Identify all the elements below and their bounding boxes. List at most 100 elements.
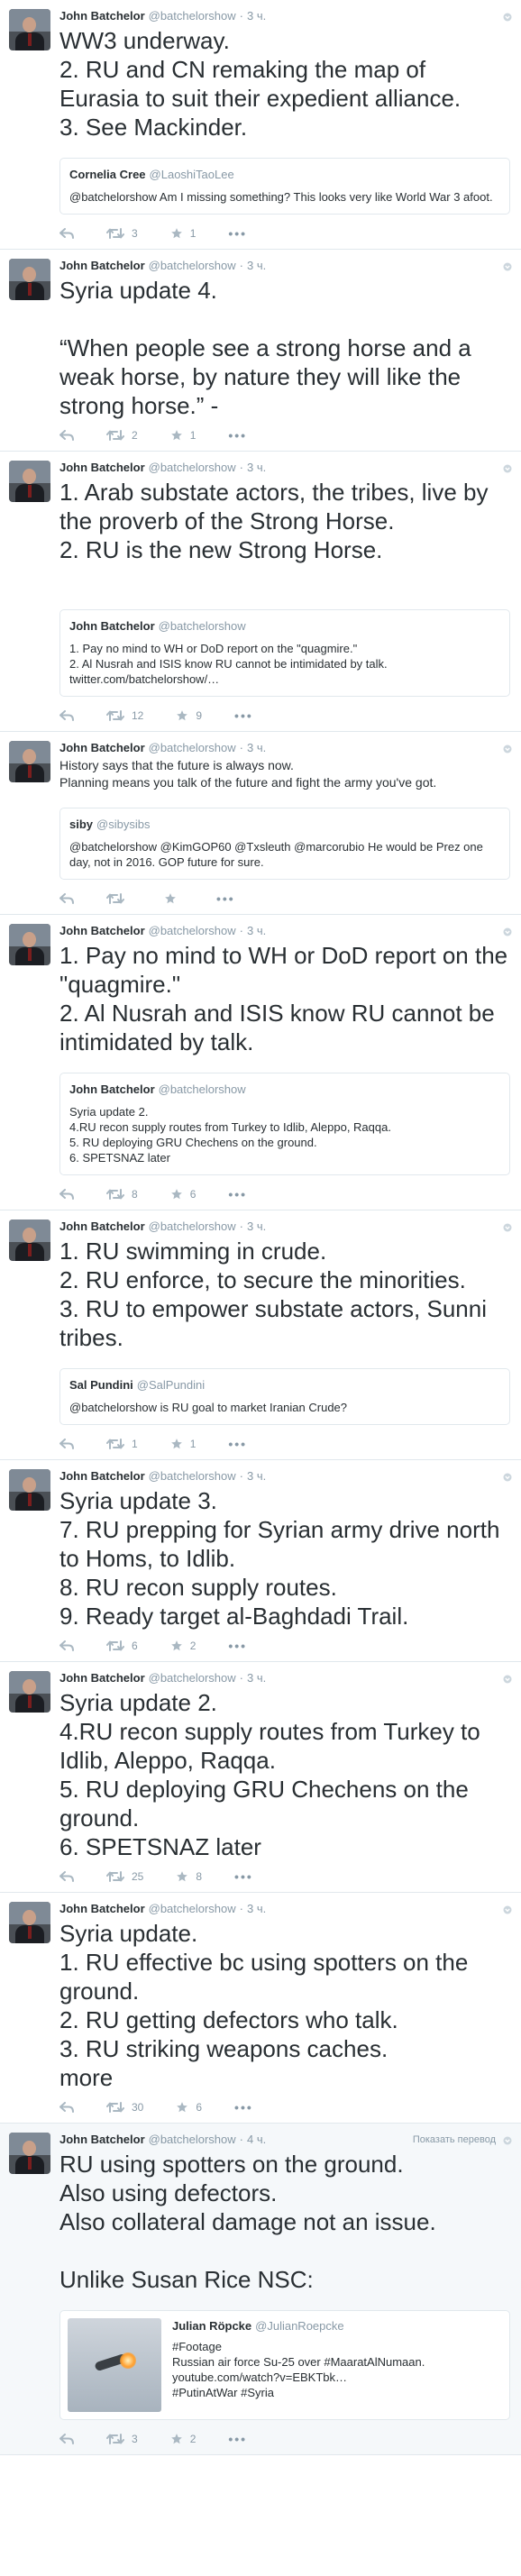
retweet-button[interactable]: 8 (106, 1188, 138, 1201)
avatar[interactable] (9, 924, 50, 965)
tweet[interactable]: John Batchelor @batchelorshow · 3 ч. Syria u… (0, 250, 521, 452)
tweet[interactable]: John Batchelor @batchelorshow · 3 ч. Syria u… (0, 1460, 521, 1662)
author-handle[interactable]: @batchelorshow (149, 741, 236, 755)
retweet-button[interactable]: 25 (106, 1870, 143, 1883)
reply-button[interactable] (59, 2102, 74, 2113)
tweet[interactable]: John Batchelor @batchelorshow · 3 ч. WW3 und… (0, 0, 521, 250)
tweet[interactable]: John Batchelor @batchelorshow · 3 ч. 1. RU s… (0, 1210, 521, 1460)
favorite-button[interactable]: 6 (176, 2101, 202, 2114)
author-name[interactable]: John Batchelor (59, 1902, 145, 1916)
more-icon[interactable]: ••• (234, 1869, 253, 1884)
quoted-tweet[interactable]: siby @sibysibs @batchelorshow @KimGOP60 @T… (59, 808, 510, 880)
favorite-button[interactable]: 1 (170, 227, 196, 240)
quoted-tweet-media[interactable]: Julian Röpcke @JulianRoepcke #Footage Russ… (59, 2310, 510, 2420)
avatar[interactable] (9, 1671, 50, 1713)
quoted-tweet[interactable]: Cornelia Cree @LaoshiTaoLee @batchelorshow… (59, 158, 510, 215)
more-icon[interactable]: ••• (234, 2100, 253, 2115)
reply-button[interactable] (59, 1189, 74, 1200)
reply-button[interactable] (59, 228, 74, 239)
author-handle[interactable]: @batchelorshow (149, 1902, 236, 1916)
quoted-tweet[interactable]: John Batchelor @batchelorshow 1. Pay no mi… (59, 609, 510, 697)
retweet-button[interactable]: 30 (106, 2101, 143, 2114)
tweet[interactable]: John Batchelor @batchelorshow · 3 ч. Syria u… (0, 1893, 521, 2124)
author-handle[interactable]: @batchelorshow (149, 2133, 236, 2147)
author-name[interactable]: John Batchelor (59, 924, 145, 938)
chevron-down-icon[interactable] (503, 461, 512, 473)
retweet-button[interactable]: 1 (106, 1438, 138, 1450)
more-icon[interactable]: ••• (228, 1187, 247, 1201)
timestamp[interactable]: 3 ч. (247, 461, 266, 475)
tweet[interactable]: John Batchelor @batchelorshow · 3 ч. 1. Pay … (0, 915, 521, 1210)
retweet-button[interactable]: 3 (106, 227, 138, 240)
favorite-button[interactable] (164, 892, 184, 905)
timestamp[interactable]: 3 ч. (247, 259, 266, 273)
more-icon[interactable]: ••• (228, 2432, 247, 2446)
author-name[interactable]: John Batchelor (59, 1671, 145, 1685)
author-handle[interactable]: @batchelorshow (149, 924, 236, 938)
reply-button[interactable] (59, 1439, 74, 1449)
author-name[interactable]: John Batchelor (59, 741, 145, 755)
favorite-button[interactable]: 1 (170, 1438, 196, 1450)
chevron-down-icon[interactable] (503, 742, 512, 754)
timestamp[interactable]: 3 ч. (247, 924, 266, 938)
author-name[interactable]: John Batchelor (59, 1219, 145, 1234)
more-icon[interactable]: ••• (228, 428, 247, 443)
avatar[interactable] (9, 1469, 50, 1511)
favorite-button[interactable]: 8 (176, 1870, 202, 1883)
author-name[interactable]: John Batchelor (59, 9, 145, 23)
chevron-down-icon[interactable] (503, 2133, 512, 2145)
author-name[interactable]: John Batchelor (59, 2133, 145, 2147)
author-handle[interactable]: @batchelorshow (149, 259, 236, 273)
author-handle[interactable]: @batchelorshow (149, 461, 236, 475)
avatar[interactable] (9, 1219, 50, 1261)
retweet-button[interactable] (106, 893, 132, 904)
chevron-down-icon[interactable] (503, 1903, 512, 1914)
favorite-button[interactable]: 2 (170, 1640, 196, 1652)
more-icon[interactable]: ••• (228, 226, 247, 241)
more-icon[interactable]: ••• (228, 1437, 247, 1451)
timestamp[interactable]: 3 ч. (247, 1902, 266, 1916)
retweet-button[interactable]: 12 (106, 709, 143, 722)
reply-button[interactable] (59, 2434, 74, 2444)
more-icon[interactable]: ••• (234, 708, 253, 723)
timestamp[interactable]: 3 ч. (247, 9, 266, 23)
more-icon[interactable]: ••• (216, 891, 235, 906)
favorite-button[interactable]: 6 (170, 1188, 196, 1201)
avatar[interactable] (9, 2133, 50, 2174)
video-thumbnail[interactable] (68, 2318, 161, 2412)
timestamp[interactable]: 3 ч. (247, 1219, 266, 1234)
author-handle[interactable]: @batchelorshow (149, 1219, 236, 1234)
tweet[interactable]: John Batchelor @batchelorshow · 3 ч. History… (0, 732, 521, 915)
reply-button[interactable] (59, 1640, 74, 1651)
reply-button[interactable] (59, 710, 74, 721)
author-handle[interactable]: @batchelorshow (149, 1671, 236, 1685)
author-handle[interactable]: @batchelorshow (149, 1469, 236, 1484)
author-name[interactable]: John Batchelor (59, 1469, 145, 1484)
chevron-down-icon[interactable] (503, 1470, 512, 1482)
tweet[interactable]: John Batchelor @batchelorshow · 3 ч. 1. Arab… (0, 452, 521, 732)
reply-button[interactable] (59, 430, 74, 441)
author-name[interactable]: John Batchelor (59, 259, 145, 273)
retweet-button[interactable]: 2 (106, 429, 138, 442)
timestamp[interactable]: 3 ч. (247, 1469, 266, 1484)
favorite-button[interactable]: 9 (176, 709, 202, 722)
retweet-button[interactable]: 3 (106, 2433, 138, 2445)
timestamp[interactable]: 3 ч. (247, 741, 266, 755)
chevron-down-icon[interactable] (503, 1672, 512, 1684)
avatar[interactable] (9, 461, 50, 502)
timestamp[interactable]: 3 ч. (247, 1671, 266, 1685)
chevron-down-icon[interactable] (503, 1220, 512, 1232)
timestamp[interactable]: 4 ч. (247, 2133, 266, 2147)
author-name[interactable]: John Batchelor (59, 461, 145, 475)
reply-button[interactable] (59, 1871, 74, 1882)
quoted-tweet[interactable]: Sal Pundini @SalPundini @batchelorshow is … (59, 1368, 510, 1425)
chevron-down-icon[interactable] (503, 925, 512, 936)
chevron-down-icon[interactable] (503, 260, 512, 271)
avatar[interactable] (9, 259, 50, 300)
tweet[interactable]: John Batchelor @batchelorshow · 3 ч. Syria u… (0, 1662, 521, 1893)
more-icon[interactable]: ••• (228, 1639, 247, 1653)
quoted-tweet[interactable]: John Batchelor @batchelorshow Syria update… (59, 1073, 510, 1175)
favorite-button[interactable]: 2 (170, 2433, 196, 2445)
translate-link[interactable]: Показать перевод (413, 2134, 496, 2145)
favorite-button[interactable]: 1 (170, 429, 196, 442)
